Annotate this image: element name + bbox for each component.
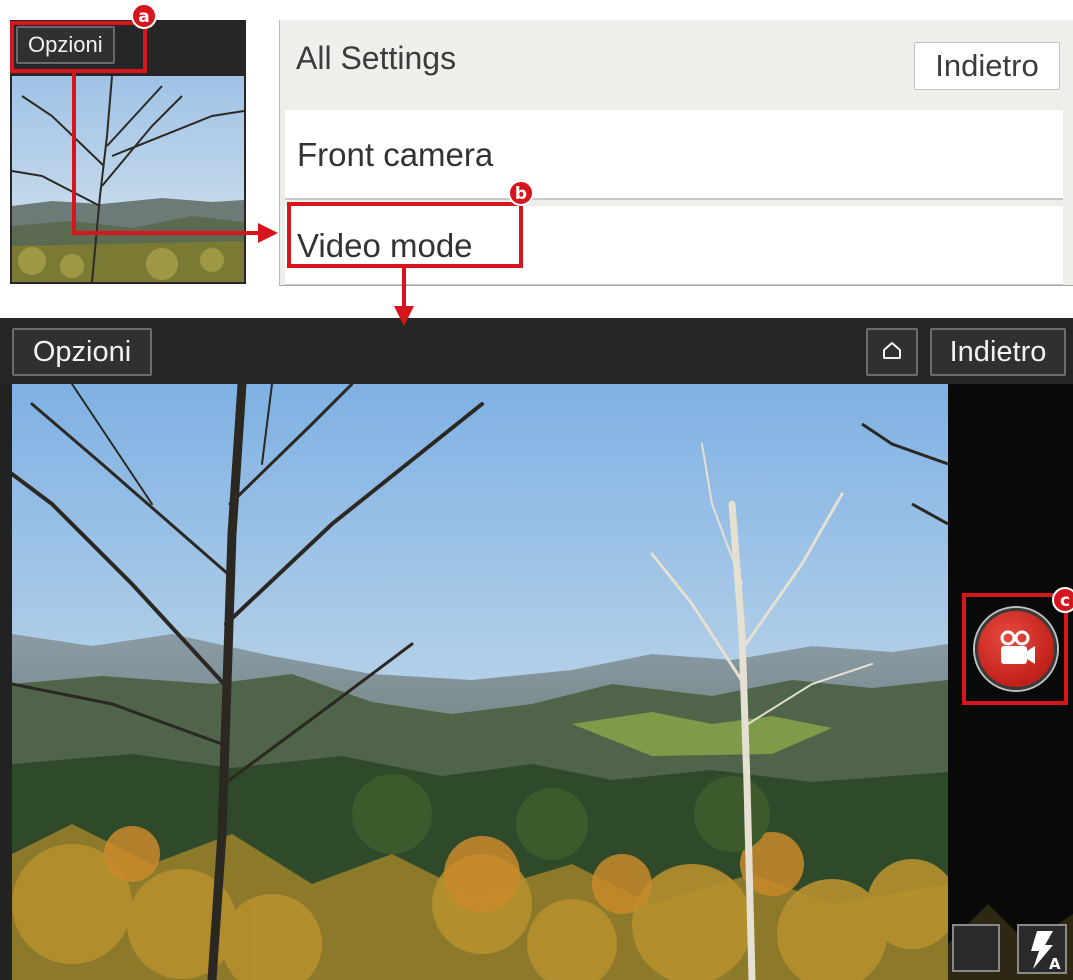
thumbnail-photo [12, 76, 244, 282]
thumbnail-topbar: Opzioni [10, 20, 246, 76]
flash-mode-label: A [1049, 955, 1061, 971]
thumbnail-options-button[interactable]: Opzioni [16, 26, 115, 64]
annotation-badge-b: b [508, 180, 534, 206]
camera-options-button[interactable]: Opzioni [12, 328, 152, 376]
home-icon [883, 342, 901, 359]
thumbnail-preview [12, 76, 244, 282]
arrow-to-video-mode [258, 223, 278, 243]
flash-auto-button[interactable]: A [1017, 924, 1067, 974]
settings-header: All Settings Indietro [280, 20, 1073, 102]
settings-back-button[interactable]: Indietro [914, 42, 1060, 90]
settings-item-front-camera[interactable]: Front camera [285, 110, 1063, 200]
viewfinder-photo [12, 384, 948, 980]
thumbnail-screen: Opzioni [10, 20, 246, 284]
gallery-thumbnail-button[interactable] [952, 924, 1000, 972]
camera-back-button[interactable]: Indietro [930, 328, 1066, 376]
settings-panel: All Settings Indietro Front camera Video… [279, 20, 1073, 286]
annotation-badge-a: a [131, 3, 157, 29]
camera-viewfinder[interactable] [12, 384, 948, 980]
camera-topbar: Opzioni Indietro [0, 318, 1073, 384]
flash-auto-icon: A [1031, 931, 1061, 971]
record-video-button[interactable] [975, 608, 1057, 690]
settings-title: All Settings [296, 40, 457, 76]
annotation-badge-c: c [1052, 587, 1073, 613]
camera-screen: Opzioni Indietro [0, 318, 1073, 980]
home-button[interactable] [866, 328, 918, 376]
settings-item-video-mode[interactable]: Video mode [285, 206, 1063, 285]
video-camera-icon [1000, 630, 1035, 664]
